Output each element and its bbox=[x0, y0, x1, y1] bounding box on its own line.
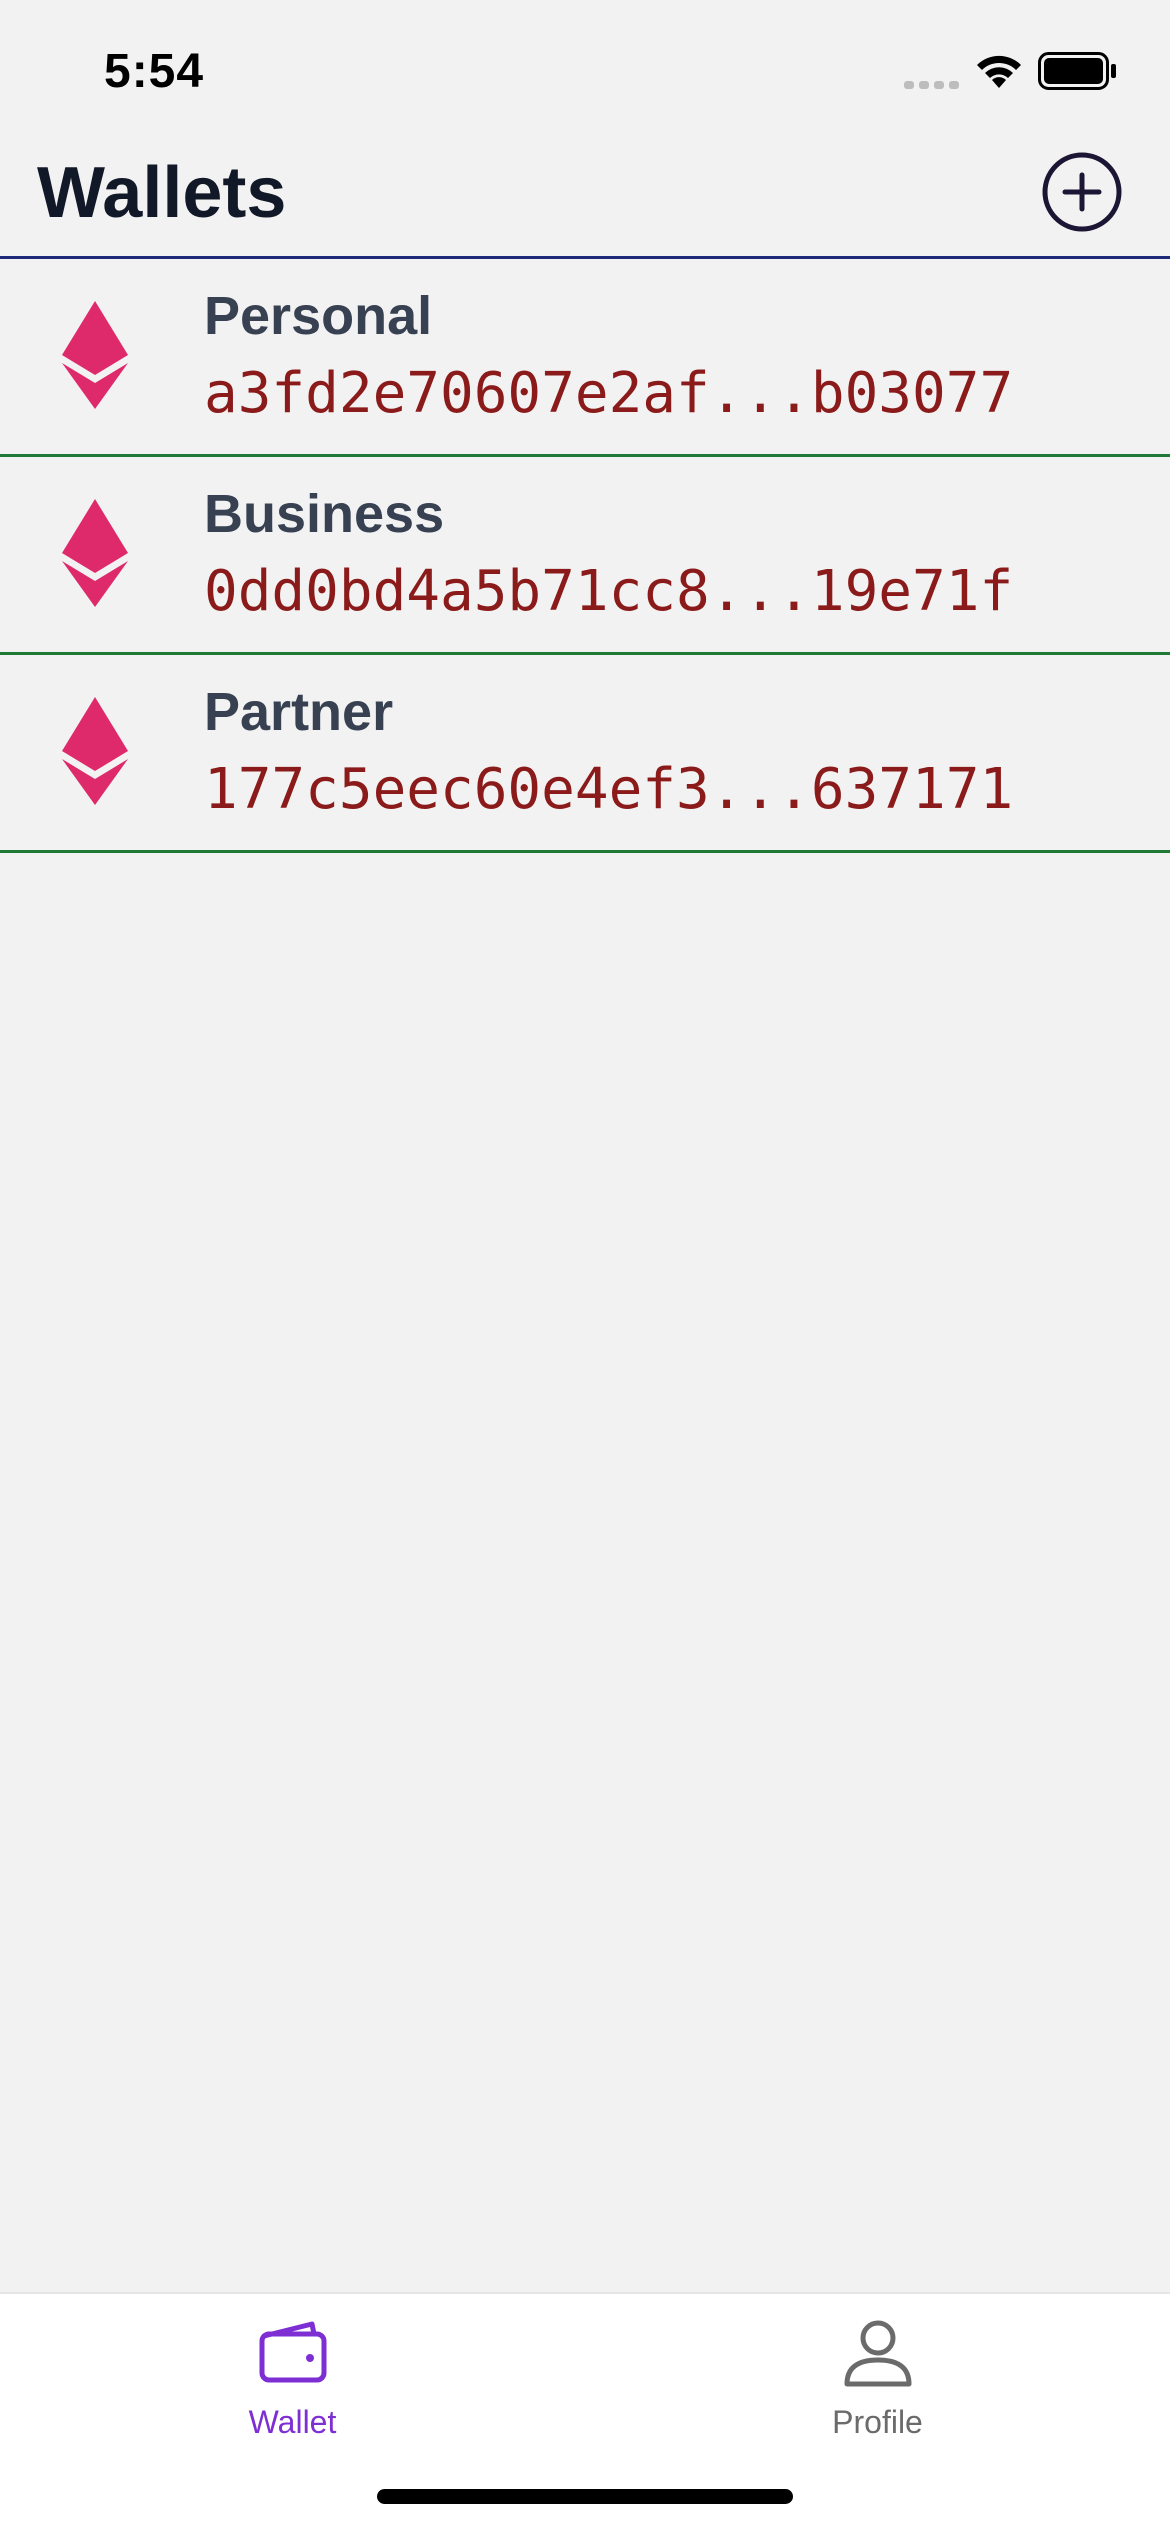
cellular-signal-icon bbox=[904, 81, 959, 89]
tab-wallet-label: Wallet bbox=[248, 2404, 337, 2440]
page-title: Wallets bbox=[37, 153, 287, 233]
wallet-name: Partner bbox=[204, 682, 394, 742]
wallet-name: Personal bbox=[204, 286, 433, 346]
app-screen: 5:54 Wallets Personal a3fd2e70607e2af...… bbox=[0, 0, 1170, 2532]
wallet-address: a3fd2e70607e2af...b03077 bbox=[204, 361, 1014, 426]
add-wallet-button[interactable] bbox=[1040, 150, 1124, 234]
tab-profile[interactable]: Profile bbox=[585, 2294, 1170, 2444]
wallet-icon bbox=[259, 2321, 327, 2383]
wallet-list: Personal a3fd2e70607e2af...b03077 Busine… bbox=[0, 259, 1170, 853]
plus-circle-icon bbox=[1042, 152, 1122, 232]
tab-profile-label: Profile bbox=[832, 2404, 923, 2440]
wallet-address: 0dd0bd4a5b71cc8...19e71f bbox=[204, 559, 1014, 624]
wallet-row-business[interactable]: Business 0dd0bd4a5b71cc8...19e71f bbox=[0, 457, 1170, 655]
tab-wallet[interactable]: Wallet bbox=[0, 2294, 585, 2444]
header: Wallets bbox=[0, 140, 1170, 259]
ethereum-icon bbox=[62, 697, 128, 805]
battery-icon bbox=[1038, 52, 1116, 90]
ethereum-icon bbox=[62, 301, 128, 409]
wifi-icon bbox=[977, 55, 1021, 88]
wallet-name: Business bbox=[204, 484, 445, 544]
wallet-row-personal[interactable]: Personal a3fd2e70607e2af...b03077 bbox=[0, 259, 1170, 457]
wallet-row-partner[interactable]: Partner 177c5eec60e4ef3...637171 bbox=[0, 655, 1170, 853]
person-icon bbox=[844, 2320, 912, 2387]
status-bar: 5:54 bbox=[0, 0, 1170, 140]
wallet-address: 177c5eec60e4ef3...637171 bbox=[204, 757, 1014, 822]
ethereum-icon bbox=[62, 499, 128, 607]
status-time: 5:54 bbox=[104, 45, 205, 98]
home-indicator[interactable] bbox=[377, 2489, 793, 2504]
